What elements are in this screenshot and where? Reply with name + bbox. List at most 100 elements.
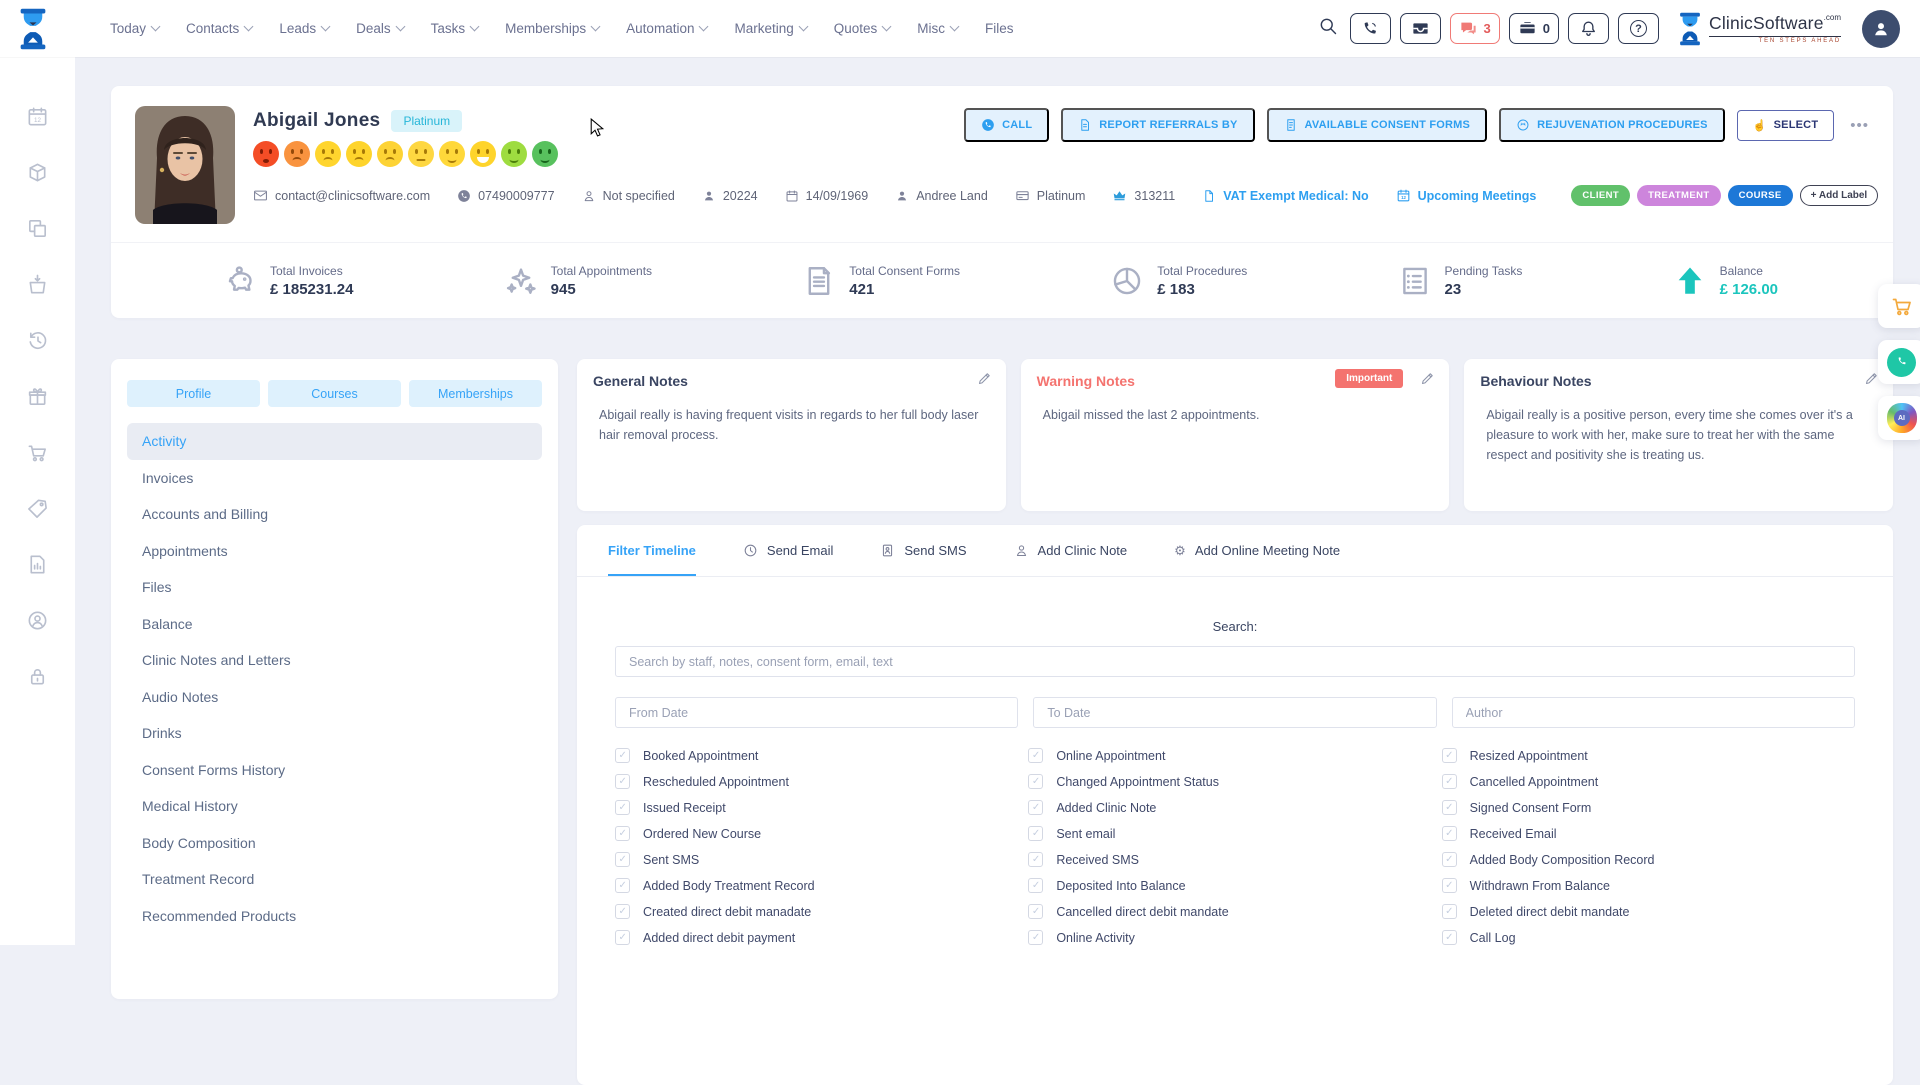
checked-checkbox-icon[interactable]	[1028, 800, 1043, 815]
filter-added-clinic-note[interactable]: Added Clinic Note	[1028, 800, 1441, 815]
menu-item-balance[interactable]: Balance	[127, 606, 542, 643]
timeline-search-input[interactable]	[615, 646, 1855, 677]
mood-emoji-9[interactable]	[501, 141, 527, 167]
label-treatment[interactable]: TREATMENT	[1637, 185, 1720, 206]
notifications-button[interactable]	[1568, 13, 1609, 44]
available-consent-forms-button[interactable]: AVAILABLE CONSENT FORMS	[1267, 108, 1488, 142]
checked-checkbox-icon[interactable]	[1442, 930, 1457, 945]
call-button[interactable]: CALL	[964, 108, 1049, 142]
to-date-input[interactable]	[1033, 697, 1436, 728]
client-email[interactable]: contact@clinicsoftware.com	[253, 188, 430, 203]
filter-sent-sms[interactable]: Sent SMS	[615, 852, 1028, 867]
rail-report-chart-icon[interactable]	[26, 553, 49, 576]
tab-courses[interactable]: Courses	[268, 380, 401, 407]
filter-rescheduled-appointment[interactable]: Rescheduled Appointment	[615, 774, 1028, 789]
mood-emoji-3[interactable]	[315, 141, 341, 167]
rail-gift-icon[interactable]	[26, 385, 49, 408]
checked-checkbox-icon[interactable]	[1442, 748, 1457, 763]
author-input[interactable]	[1452, 697, 1855, 728]
checked-checkbox-icon[interactable]	[1028, 826, 1043, 841]
mood-emoji-4[interactable]	[346, 141, 372, 167]
mood-emoji-2[interactable]	[284, 141, 310, 167]
checked-checkbox-icon[interactable]	[615, 774, 630, 789]
inbox-button[interactable]	[1400, 13, 1441, 44]
edit-pencil-icon[interactable]	[1864, 371, 1879, 391]
checked-checkbox-icon[interactable]	[1442, 904, 1457, 919]
rail-order-basket-icon[interactable]	[26, 273, 49, 296]
menu-item-treatment-record[interactable]: Treatment Record	[127, 861, 542, 898]
phone-dialer-button[interactable]	[1350, 13, 1391, 44]
rail-history-icon[interactable]	[26, 329, 49, 352]
checked-checkbox-icon[interactable]	[615, 930, 630, 945]
tab-memberships[interactable]: Memberships	[409, 380, 542, 407]
mood-emoji-7[interactable]	[439, 141, 465, 167]
nav-deals[interactable]: Deals	[356, 21, 404, 36]
user-avatar[interactable]	[1862, 10, 1900, 48]
tab-send-sms[interactable]: Send SMS	[880, 525, 966, 576]
checked-checkbox-icon[interactable]	[1442, 800, 1457, 815]
filter-received-sms[interactable]: Received SMS	[1028, 852, 1441, 867]
checked-checkbox-icon[interactable]	[1442, 826, 1457, 841]
checked-checkbox-icon[interactable]	[1028, 748, 1043, 763]
filter-created-direct-debit-mandate[interactable]: Created direct debit manadate	[615, 904, 1028, 919]
tab-send-email[interactable]: Send Email	[743, 525, 833, 576]
rail-account-icon[interactable]	[26, 609, 49, 632]
checked-checkbox-icon[interactable]	[615, 826, 630, 841]
menu-item-audio-notes[interactable]: Audio Notes	[127, 679, 542, 716]
menu-item-medical-history[interactable]: Medical History	[127, 788, 542, 825]
checked-checkbox-icon[interactable]	[615, 904, 630, 919]
clinicsoftware-hourglass-logo[interactable]	[18, 7, 48, 51]
menu-item-accounts-and-billing[interactable]: Accounts and Billing	[127, 496, 542, 533]
nav-quotes[interactable]: Quotes	[834, 21, 891, 36]
checked-checkbox-icon[interactable]	[1028, 904, 1043, 919]
nav-contacts[interactable]: Contacts	[186, 21, 252, 36]
filter-booked-appointment[interactable]: Booked Appointment	[615, 748, 1028, 763]
cart-widget-button[interactable]	[1878, 284, 1920, 328]
filter-issued-receipt[interactable]: Issued Receipt	[615, 800, 1028, 815]
filter-changed-appointment-status[interactable]: Changed Appointment Status	[1028, 774, 1441, 789]
chat-messages-button[interactable]: 3	[1450, 13, 1500, 44]
rail-cart-icon[interactable]	[26, 441, 49, 464]
menu-item-activity[interactable]: Activity	[127, 423, 542, 460]
more-options-button[interactable]: •••	[1846, 117, 1873, 134]
tab-add-clinic-note[interactable]: Add Clinic Note	[1014, 525, 1128, 576]
filter-ordered-new-course[interactable]: Ordered New Course	[615, 826, 1028, 841]
tab-filter-timeline[interactable]: Filter Timeline	[608, 525, 696, 576]
checked-checkbox-icon[interactable]	[1028, 852, 1043, 867]
rail-copy-icon[interactable]	[26, 217, 49, 240]
edit-pencil-icon[interactable]	[977, 371, 992, 391]
filter-added-direct-debit-payment[interactable]: Added direct debit payment	[615, 930, 1028, 945]
filter-cancelled-appointment[interactable]: Cancelled Appointment	[1442, 774, 1855, 789]
rail-price-tag-icon[interactable]	[26, 497, 49, 520]
filter-added-body-composition-record[interactable]: Added Body Composition Record	[1442, 852, 1855, 867]
mood-emoji-8[interactable]	[470, 141, 496, 167]
filter-signed-consent-form[interactable]: Signed Consent Form	[1442, 800, 1855, 815]
filter-resized-appointment[interactable]: Resized Appointment	[1442, 748, 1855, 763]
nav-misc[interactable]: Misc	[917, 21, 958, 36]
checked-checkbox-icon[interactable]	[1442, 774, 1457, 789]
tab-add-online-meeting-note[interactable]: ⚙Add Online Meeting Note	[1174, 525, 1340, 576]
filter-online-activity[interactable]: Online Activity	[1028, 930, 1441, 945]
pos-till-button[interactable]: 0	[1509, 13, 1559, 44]
checked-checkbox-icon[interactable]	[1442, 852, 1457, 867]
menu-item-recommended-products[interactable]: Recommended Products	[127, 898, 542, 935]
checked-checkbox-icon[interactable]	[1442, 878, 1457, 893]
from-date-input[interactable]	[615, 697, 1018, 728]
rail-package-icon[interactable]	[26, 161, 49, 184]
filter-received-email[interactable]: Received Email	[1442, 826, 1855, 841]
label-client[interactable]: CLIENT	[1571, 185, 1630, 206]
add-label-button[interactable]: + Add Label	[1800, 185, 1879, 206]
rail-calendar-icon[interactable]: 12	[26, 105, 49, 128]
mood-emoji-1[interactable]	[253, 141, 279, 167]
filter-sent-email[interactable]: Sent email	[1028, 826, 1441, 841]
menu-item-consent-forms-history[interactable]: Consent Forms History	[127, 752, 542, 789]
nav-marketing[interactable]: Marketing	[734, 21, 806, 36]
tab-profile[interactable]: Profile	[127, 380, 260, 407]
checked-checkbox-icon[interactable]	[1028, 930, 1043, 945]
select-button[interactable]: ☝ SELECT	[1737, 110, 1835, 141]
rejuvenation-procedures-button[interactable]: REJUVENATION PROCEDURES	[1499, 108, 1725, 142]
filter-call-log[interactable]: Call Log	[1442, 930, 1855, 945]
nav-memberships[interactable]: Memberships	[505, 21, 599, 36]
mood-emoji-5[interactable]	[377, 141, 403, 167]
search-icon[interactable]	[1318, 16, 1338, 41]
